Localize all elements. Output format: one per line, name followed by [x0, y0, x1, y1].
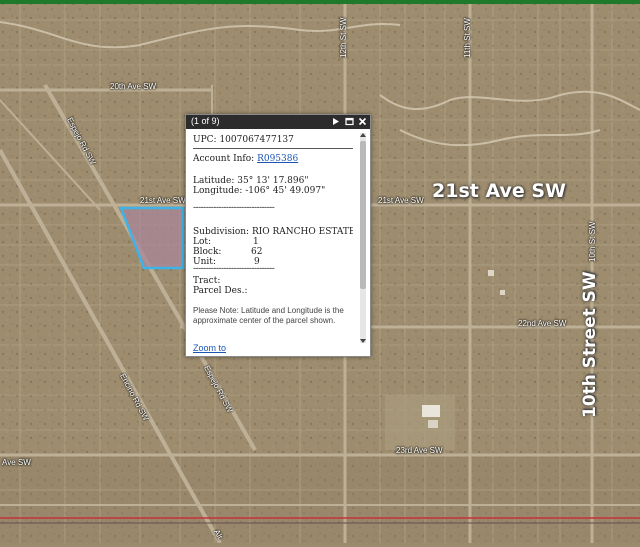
maximize-icon[interactable]: [345, 117, 354, 126]
street-label-12th-st: 12th St SW: [339, 17, 348, 58]
street-label-22nd-ave: 22nd Ave SW: [518, 319, 567, 328]
lot-row: Lot:: [193, 237, 211, 248]
popup-content: UPC: 1007067477137 Account Info: R095386…: [193, 135, 353, 350]
latitude-row: Latitude: 35° 13' 17.896": [193, 176, 308, 187]
street-label-10th-st-small: 10th St SW: [588, 221, 597, 262]
longitude-value: -106° 45' 49.097": [245, 186, 326, 196]
scrollbar-thumb[interactable]: [360, 141, 366, 289]
lot-value: 1: [253, 237, 259, 247]
dashed-divider: --------------------------------: [193, 203, 275, 213]
account-row: Account Info: R095386: [193, 154, 298, 165]
play-triangle-icon[interactable]: [331, 117, 340, 126]
street-label-21st-ave-large: 21st Ave SW: [432, 180, 567, 202]
subdivision-value: RIO RANCHO ESTATES: [251, 227, 353, 237]
longitude-label: Longitude:: [193, 186, 243, 196]
block-label: Block:: [193, 247, 222, 257]
subdivision-label: Subdivision:: [193, 227, 250, 237]
separator-line: [193, 148, 353, 149]
account-label: Account Info:: [193, 154, 255, 164]
popup-scrollbar[interactable]: [360, 133, 366, 343]
street-label-21st-ave-small: 21st Ave SW: [140, 196, 186, 205]
street-label-11th-st: 11th St SW: [463, 18, 472, 58]
terrain-shade-bottom: [0, 455, 640, 543]
popup-titlebar: (1 of 9): [186, 115, 370, 129]
top-strip: [0, 0, 640, 4]
tract-row: Tract:: [193, 276, 220, 287]
upc-value: 1007067477137: [219, 135, 294, 145]
latitude-value: 35° 13' 17.896": [237, 176, 309, 186]
dashed-divider-2: --------------------------------: [193, 264, 275, 274]
upc-row: UPC: 1007067477137: [193, 135, 294, 146]
parcel-info-popup[interactable]: (1 of 9) UPC: 1007067477137 Account Info…: [185, 114, 371, 357]
latitude-label: Latitude:: [193, 176, 235, 186]
close-x-icon[interactable]: [358, 117, 367, 126]
street-label-20th-ave: 20th Ave SW: [110, 82, 157, 91]
scroll-up-arrow-icon[interactable]: [360, 133, 366, 137]
street-label-ave-left: Ave SW: [2, 458, 31, 467]
scroll-down-arrow-icon[interactable]: [360, 339, 366, 343]
coordinate-note: Please Note: Latitude and Longitude is t…: [193, 306, 344, 325]
lot-label: Lot:: [193, 237, 212, 247]
subdivision-row: Subdivision: RIO RANCHO ESTATES: [193, 227, 353, 238]
block-value: 62: [251, 247, 263, 257]
street-label-10th-street-large: 10th Street SW: [580, 271, 600, 418]
account-link[interactable]: R095386: [257, 154, 298, 164]
parcel-des-label: Parcel Des.:: [193, 286, 248, 296]
parcel-des-row: Parcel Des.:: [193, 286, 247, 297]
street-label-21st-ave-right: 21st Ave SW: [378, 196, 424, 205]
longitude-row: Longitude: -106° 45' 49.097": [193, 186, 325, 197]
popup-record-count: (1 of 9): [191, 116, 220, 126]
zoom-to-link[interactable]: Zoom to: [193, 343, 226, 353]
tract-label: Tract:: [193, 276, 221, 286]
block-row: Block:: [193, 247, 221, 258]
street-label-23rd-ave: 23rd Ave SW: [396, 446, 443, 455]
upc-label: UPC:: [193, 135, 217, 145]
